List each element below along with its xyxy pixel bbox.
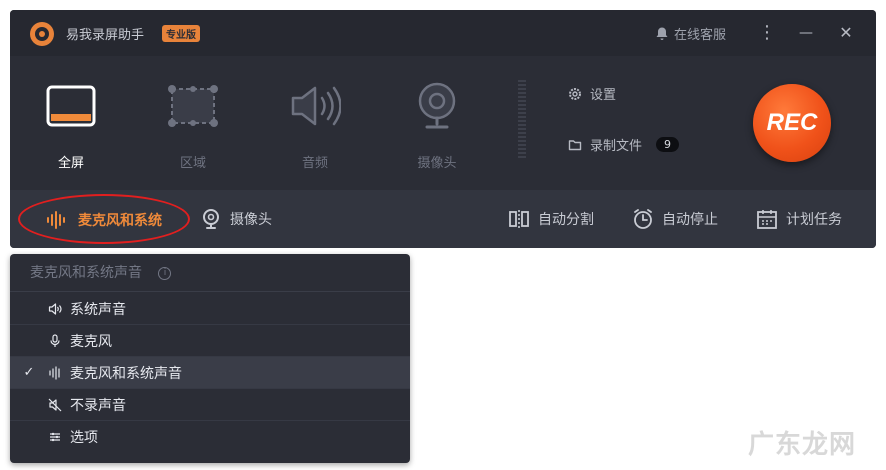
bottom-toolbar: 麦克风和系统 摄像头 自动分割 自动停止 计划任务 xyxy=(10,190,876,248)
minimize-button[interactable]: — xyxy=(796,22,816,44)
audio-source-label: 麦克风和系统 xyxy=(78,213,162,229)
tool-fullscreen[interactable]: 全屏 xyxy=(36,78,106,171)
camera-toggle[interactable]: 摄像头 xyxy=(200,208,272,230)
tool-audio[interactable]: 音频 xyxy=(280,78,350,171)
more-menu-button[interactable]: ⋮ xyxy=(757,22,777,44)
option-label: 选项 xyxy=(70,430,98,446)
settings-link[interactable]: 设置 xyxy=(568,84,616,103)
alarm-clock-icon xyxy=(634,209,652,229)
files-count-badge: 9 xyxy=(656,137,680,152)
option-settings[interactable]: 选项 xyxy=(10,421,410,453)
tool-label: 摄像头 xyxy=(417,156,457,171)
audio-source-selector[interactable]: 麦克风和系统 xyxy=(46,210,162,230)
scheduled-task-button[interactable]: 计划任务 xyxy=(756,208,842,230)
speaker-icon xyxy=(287,78,343,134)
bell-icon xyxy=(656,27,668,40)
record-button[interactable]: REC xyxy=(753,84,831,162)
option-system-sound[interactable]: 系统声音 xyxy=(10,293,410,325)
tool-label: 全屏 xyxy=(57,156,84,171)
waveform-icon xyxy=(47,211,65,229)
option-no-sound[interactable]: 不录声音 xyxy=(10,389,410,421)
app-logo-icon xyxy=(30,22,54,46)
speaker-icon xyxy=(48,302,70,316)
webcam-icon xyxy=(203,209,219,229)
edition-badge: 专业版 xyxy=(162,25,200,42)
checkmark-icon: ✓ xyxy=(23,365,35,380)
options-icon xyxy=(48,430,70,444)
option-label: 麦克风 xyxy=(70,333,112,350)
dropdown-header: 麦克风和系统声音 i xyxy=(10,254,410,292)
option-label: 麦克风和系统声音 xyxy=(70,365,182,382)
webcam-icon xyxy=(409,78,465,134)
auto-stop-label: 自动停止 xyxy=(662,212,718,228)
title-bar: 易我录屏助手 专业版 在线客服 ⋮ — ✕ xyxy=(10,10,876,56)
recorder-window: 易我录屏助手 专业版 在线客服 ⋮ — ✕ 全屏 区域 音频 摄像头 设置 录制… xyxy=(10,10,876,248)
split-icon xyxy=(509,210,529,228)
option-mic-and-system[interactable]: ✓ 麦克风和系统声音 xyxy=(10,357,410,389)
app-title: 易我录屏助手 xyxy=(66,28,145,43)
watermark: 广东龙网 xyxy=(748,430,857,460)
info-icon[interactable]: i xyxy=(158,266,172,280)
option-label: 不录声音 xyxy=(70,397,126,414)
gear-icon xyxy=(569,87,581,100)
recorded-files-label: 录制文件 xyxy=(590,139,643,154)
auto-split-button[interactable]: 自动分割 xyxy=(508,208,594,230)
folder-icon xyxy=(568,139,582,150)
tool-label: 区域 xyxy=(179,156,206,171)
camera-label: 摄像头 xyxy=(230,212,272,228)
microphone-icon xyxy=(48,333,70,348)
tool-label: 音频 xyxy=(301,156,328,171)
tool-region[interactable]: 区域 xyxy=(158,78,228,171)
settings-label: 设置 xyxy=(590,88,617,103)
fullscreen-icon xyxy=(43,78,99,134)
support-label: 在线客服 xyxy=(674,28,727,43)
recorded-files-link[interactable]: 录制文件 9 xyxy=(568,135,680,154)
mute-icon xyxy=(48,398,70,412)
region-icon xyxy=(165,78,221,134)
waveform-icon xyxy=(48,365,70,380)
tool-webcam[interactable]: 摄像头 xyxy=(402,78,472,171)
option-microphone[interactable]: 麦克风 xyxy=(10,325,410,357)
audio-level-meter xyxy=(518,80,526,160)
option-label: 系统声音 xyxy=(70,301,126,318)
scheduled-task-label: 计划任务 xyxy=(786,212,842,228)
online-support-link[interactable]: 在线客服 xyxy=(654,24,726,43)
audio-source-dropdown: 麦克风和系统声音 i 系统声音 麦克风 ✓ 麦克风和系统声音 不录声音 选项 xyxy=(10,254,410,463)
calendar-icon xyxy=(757,210,777,229)
close-button[interactable]: ✕ xyxy=(836,22,856,44)
auto-split-label: 自动分割 xyxy=(538,212,594,228)
auto-stop-button[interactable]: 自动停止 xyxy=(632,208,718,230)
dropdown-title: 麦克风和系统声音 xyxy=(30,265,142,281)
